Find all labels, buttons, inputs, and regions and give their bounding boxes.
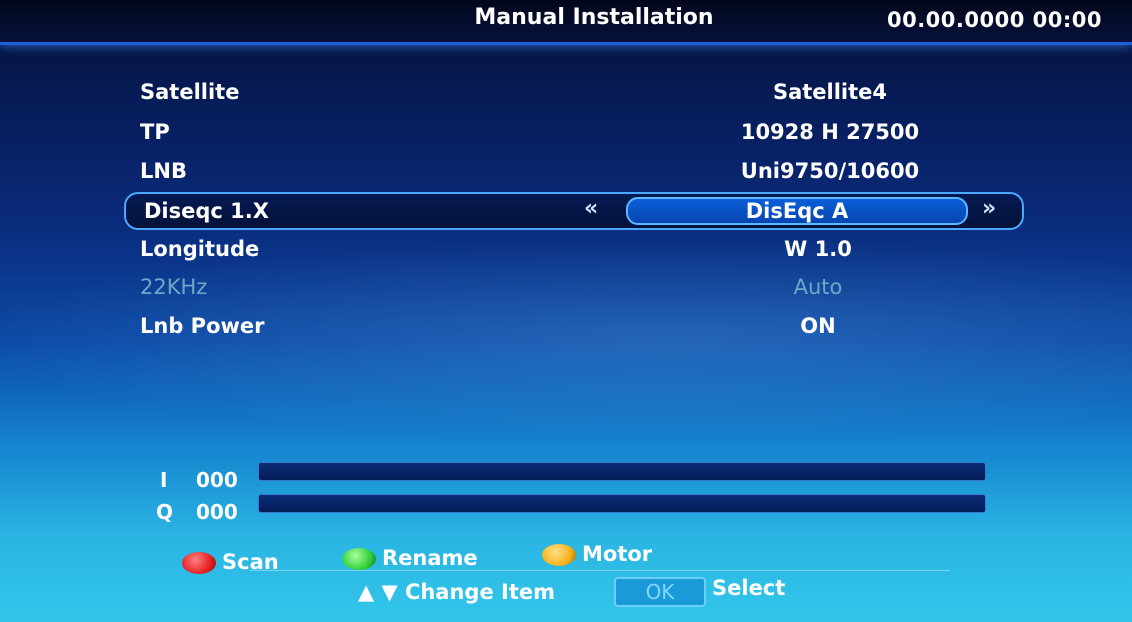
ok-button[interactable]: OK: [614, 577, 706, 607]
setting-value: 10928 H 27500: [740, 120, 920, 144]
setting-value: ON: [800, 314, 836, 338]
setting-row-tp[interactable]: TP 10928 H 27500: [140, 114, 1020, 148]
intensity-value: 000: [196, 468, 238, 492]
up-triangle-icon: ▲: [358, 580, 375, 604]
quality-value: 000: [196, 500, 238, 524]
setting-row-diseqc[interactable]: Diseqc 1.X « DisEqc A »: [124, 192, 1024, 230]
red-button-icon: [182, 552, 216, 574]
setting-value: W 1.0: [784, 237, 852, 261]
setting-label: 22KHz: [140, 275, 208, 299]
footer-divider: [250, 570, 950, 571]
change-item-hint: ▲ ▼ Change Item: [358, 580, 555, 604]
setting-row-lnb[interactable]: LNB Uni9750/10600: [140, 153, 1020, 187]
setting-row-satellite[interactable]: Satellite Satellite4: [140, 74, 1020, 108]
intensity-meter: [258, 462, 986, 481]
double-right-arrow-icon[interactable]: »: [982, 196, 996, 221]
setting-row-22khz: 22KHz Auto: [140, 269, 1020, 303]
rename-label: Rename: [382, 546, 478, 570]
setting-row-lnb-power[interactable]: Lnb Power ON: [140, 308, 1020, 342]
setting-label: LNB: [140, 159, 187, 183]
setting-row-longitude[interactable]: Longitude W 1.0: [140, 231, 1020, 265]
motor-button[interactable]: Motor: [542, 542, 652, 566]
setting-label: Diseqc 1.X: [144, 199, 269, 223]
setting-value-selector[interactable]: DisEqc A: [626, 197, 968, 225]
setting-label: Longitude: [140, 237, 260, 261]
rename-button[interactable]: Rename: [342, 546, 478, 570]
setting-label: Satellite: [140, 80, 240, 104]
setting-label: Lnb Power: [140, 314, 265, 338]
quality-meter: [258, 494, 986, 513]
date-time: 00.00.0000 00:00: [886, 8, 1102, 32]
setting-value: Uni9750/10600: [740, 159, 920, 183]
yellow-button-icon: [542, 544, 576, 566]
select-label: Select: [712, 576, 786, 600]
double-left-arrow-icon[interactable]: «: [584, 196, 598, 221]
setting-value: Auto: [793, 275, 843, 299]
quality-label: Q: [156, 500, 174, 524]
motor-label: Motor: [582, 542, 653, 566]
setting-value: Satellite4: [772, 80, 888, 104]
down-triangle-icon: ▼: [381, 580, 398, 604]
intensity-label: I: [160, 468, 168, 492]
change-item-label: Change Item: [404, 580, 555, 604]
setting-label: TP: [140, 120, 170, 144]
green-button-icon: [342, 548, 376, 570]
top-bar: Manual Installation 00.00.0000 00:00: [0, 0, 1132, 45]
